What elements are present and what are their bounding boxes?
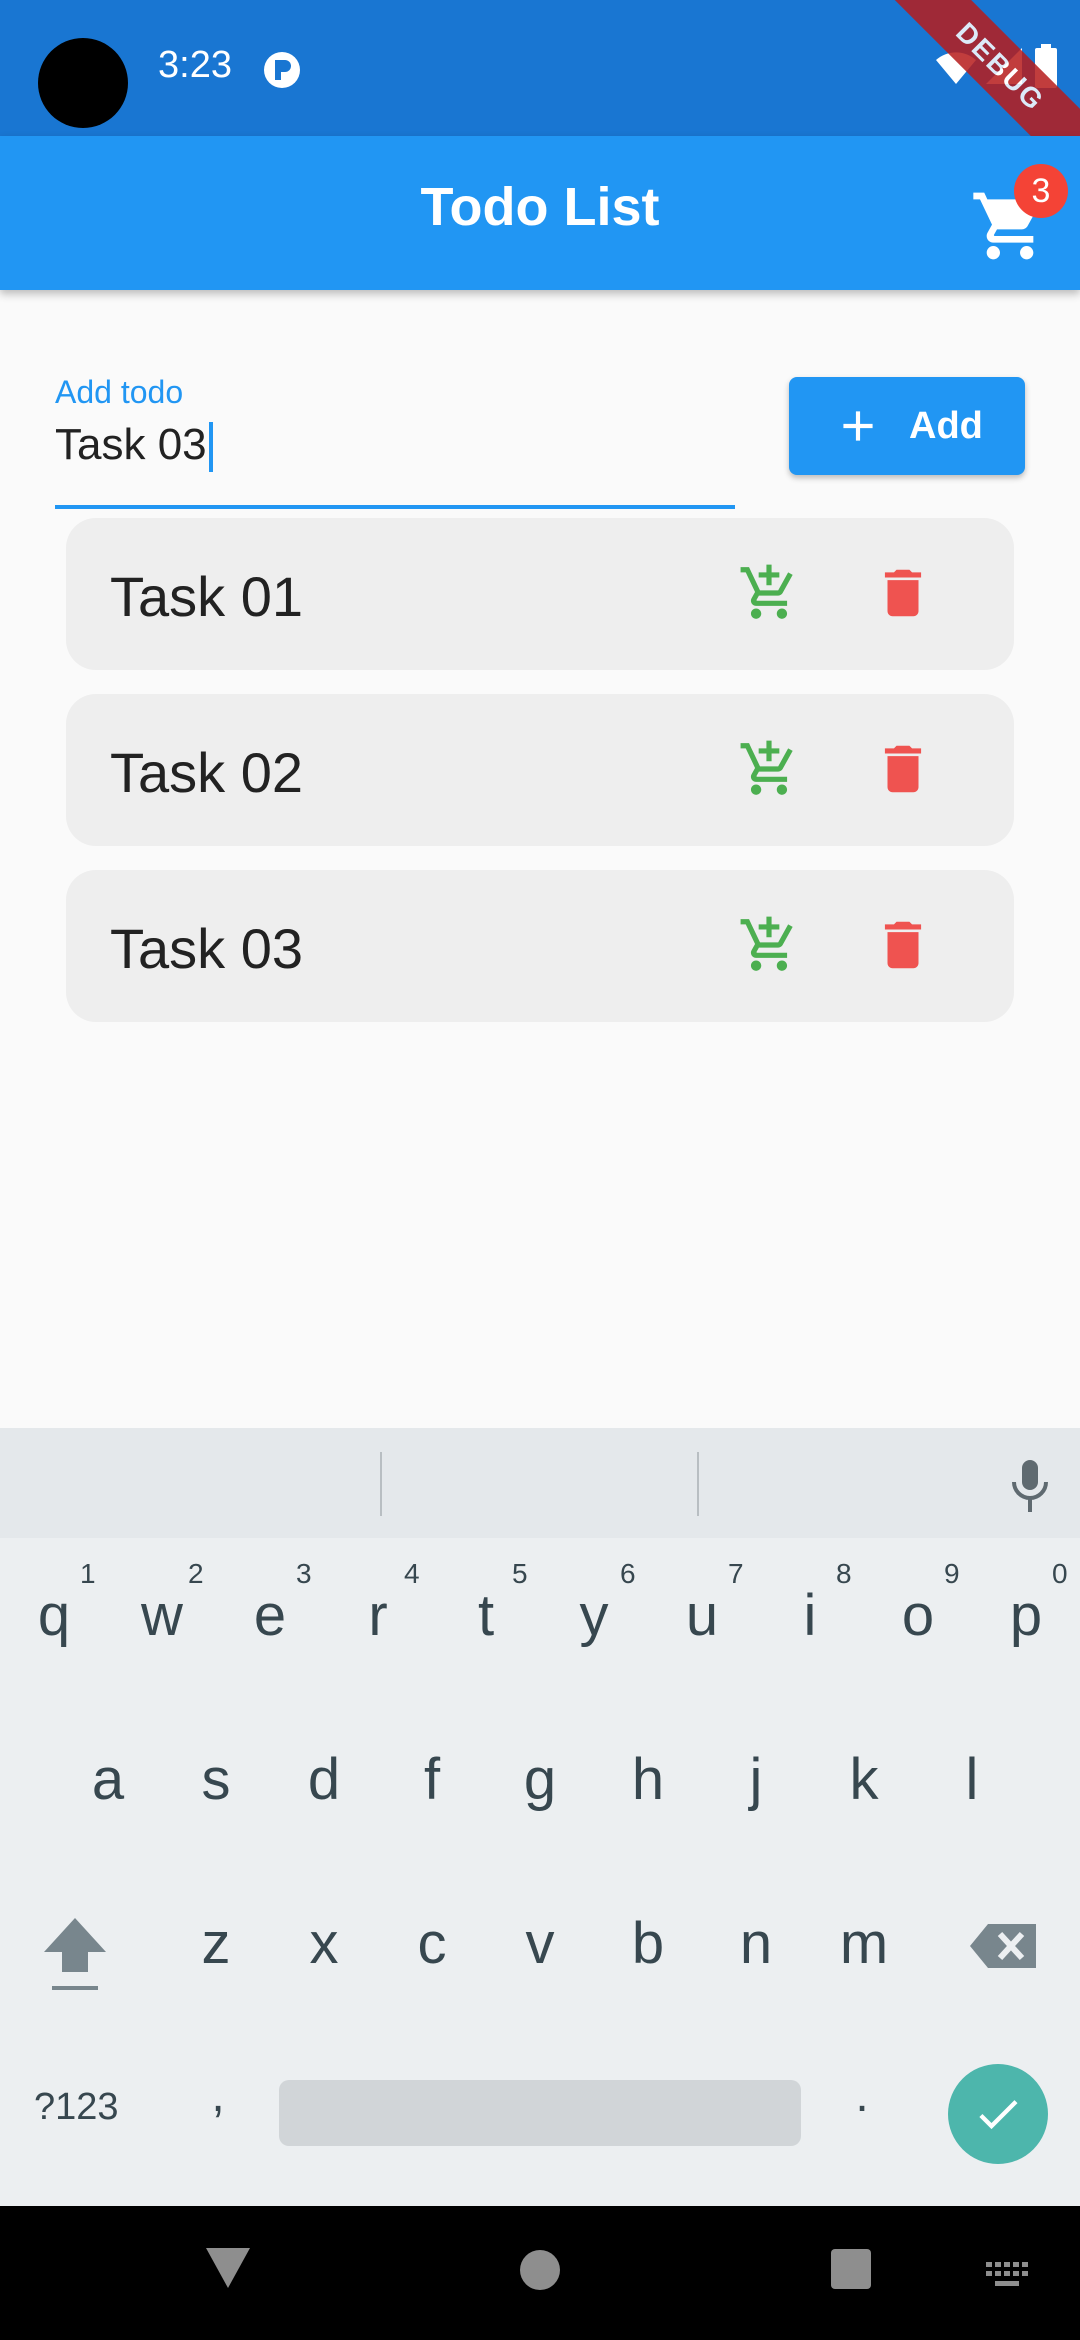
check-icon (979, 2100, 1018, 2130)
app-bar: Todo List 3 (0, 136, 1080, 290)
key-j[interactable]: j (706, 1746, 806, 1813)
task-label: Task 03 (110, 917, 303, 980)
app-notification-icon (264, 52, 300, 88)
key-q[interactable]: q (4, 1582, 104, 1649)
key-a[interactable]: a (58, 1746, 158, 1813)
add-todo-underline (55, 505, 735, 509)
back-icon[interactable] (204, 2246, 252, 2290)
list-item: Task 01 (66, 518, 1014, 670)
text-caret (208, 422, 213, 473)
home-icon[interactable] (518, 2248, 562, 2292)
microphone-icon[interactable] (1006, 1458, 1054, 1514)
key-d[interactable]: d (274, 1746, 374, 1813)
key-g[interactable]: g (490, 1746, 590, 1813)
keyboard-switch-icon[interactable] (986, 2262, 1030, 2290)
period-key[interactable]: . (812, 2068, 912, 2123)
key-l[interactable]: l (922, 1746, 1022, 1813)
key-k[interactable]: k (814, 1746, 914, 1813)
trash-icon[interactable] (872, 914, 934, 976)
add-button[interactable]: Add (789, 377, 1025, 475)
cart-button[interactable]: 3 (970, 164, 1070, 264)
key-n[interactable]: n (706, 1910, 806, 1977)
add-shopping-cart-icon[interactable] (738, 738, 800, 800)
status-time: 3:23 (158, 44, 232, 86)
navigation-bar (0, 2206, 1080, 2340)
list-item: Task 03 (66, 870, 1014, 1022)
key-i[interactable]: i (760, 1582, 860, 1649)
key-c[interactable]: c (382, 1910, 482, 1977)
add-todo-value: Task 03 (55, 420, 207, 469)
symbols-key[interactable]: ?123 (34, 2086, 119, 2129)
recents-icon[interactable] (830, 2248, 872, 2290)
add-shopping-cart-icon[interactable] (738, 914, 800, 976)
key-x[interactable]: x (274, 1910, 374, 1977)
shift-key-icon[interactable] (40, 1914, 110, 1994)
trash-icon[interactable] (872, 562, 934, 624)
add-shopping-cart-icon[interactable] (738, 562, 800, 624)
key-o[interactable]: o (868, 1582, 968, 1649)
key-z[interactable]: z (166, 1910, 266, 1977)
backspace-icon[interactable] (968, 1920, 1040, 1972)
list-item: Task 02 (66, 694, 1014, 846)
space-key[interactable] (279, 2080, 801, 2146)
key-s[interactable]: s (166, 1746, 266, 1813)
key-t[interactable]: t (436, 1582, 536, 1649)
key-f[interactable]: f (382, 1746, 482, 1813)
key-h[interactable]: h (598, 1746, 698, 1813)
camera-cutout (38, 38, 128, 128)
cart-badge: 3 (1014, 164, 1068, 218)
enter-key[interactable] (948, 2064, 1048, 2164)
key-b[interactable]: b (598, 1910, 698, 1977)
plus-icon (843, 411, 873, 441)
key-u[interactable]: u (652, 1582, 752, 1649)
key-v[interactable]: v (490, 1910, 590, 1977)
suggestion-divider (697, 1452, 699, 1516)
key-w[interactable]: w (112, 1582, 212, 1649)
task-label: Task 02 (110, 741, 303, 804)
suggestion-divider (380, 1452, 382, 1516)
key-p[interactable]: p (976, 1582, 1076, 1649)
comma-key[interactable]: , (168, 2068, 268, 2123)
task-label: Task 01 (110, 565, 303, 628)
status-bar: 3:23 DEBUG (0, 0, 1080, 193)
key-y[interactable]: y (544, 1582, 644, 1649)
key-m[interactable]: m (814, 1910, 914, 1977)
suggestion-strip (0, 1428, 1080, 1538)
key-r[interactable]: r (328, 1582, 428, 1649)
soft-keyboard: 1 2 3 4 5 6 7 8 9 0 q w e r t y u i o p … (0, 1428, 1080, 2206)
add-todo-input[interactable]: Task 03 (55, 420, 213, 473)
add-todo-label: Add todo (55, 374, 184, 410)
key-e[interactable]: e (220, 1582, 320, 1649)
add-button-label: Add (909, 405, 983, 447)
trash-icon[interactable] (872, 738, 934, 800)
page-title: Todo List (420, 177, 660, 237)
